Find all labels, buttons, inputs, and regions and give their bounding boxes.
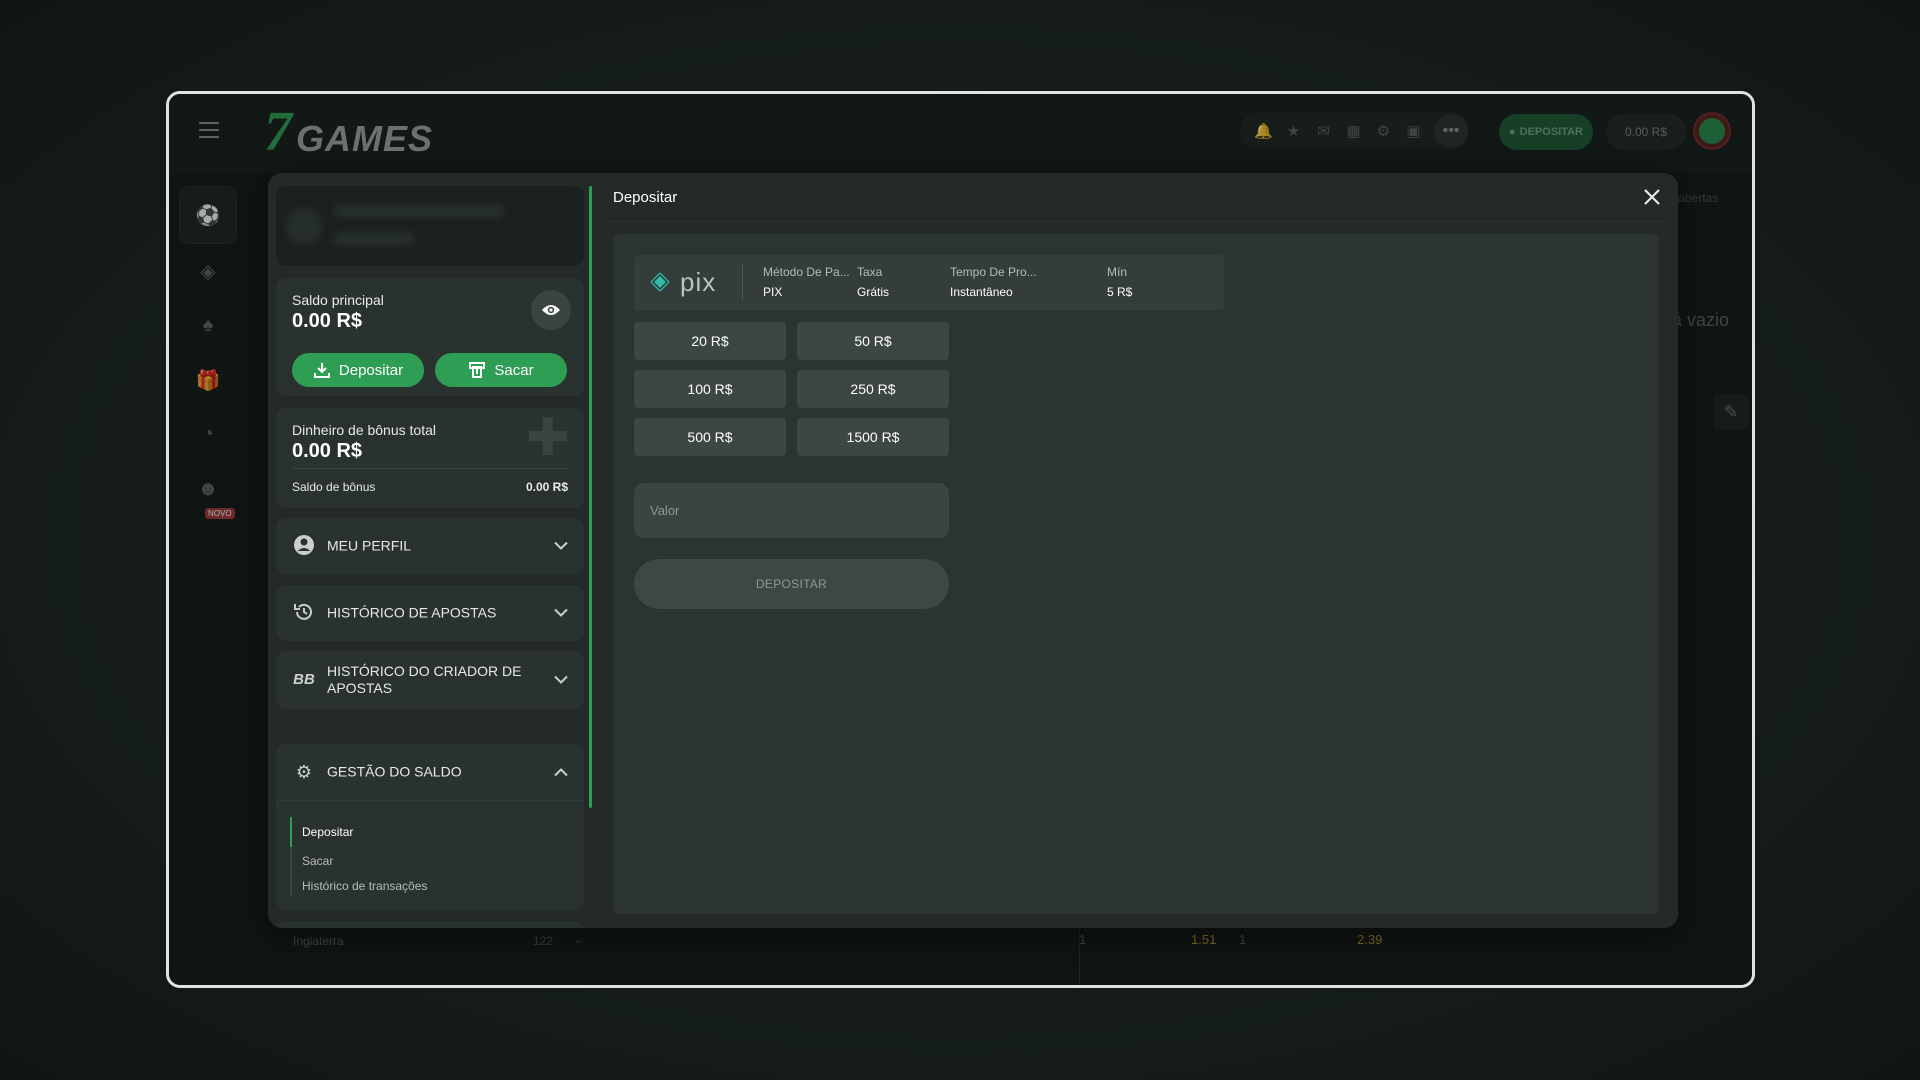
deposit-submit-button[interactable]: DEPOSITAR: [634, 559, 949, 609]
accordion-bet-history[interactable]: HISTÓRICO DE APOSTAS: [276, 585, 584, 641]
submenu-item-transactions[interactable]: Histórico de transações: [302, 879, 427, 893]
divider: [292, 468, 568, 469]
deposit-content: pix Método De Pa... PIX Taxa Grátis Temp…: [613, 234, 1659, 914]
method-col-name: Método De Pa... PIX: [763, 265, 850, 299]
chevron-down-icon: [554, 608, 568, 617]
deposit-button[interactable]: Depositar: [292, 353, 424, 387]
accordion-balance-management[interactable]: ⚙ GESTÃO DO SALDO: [276, 744, 584, 800]
withdraw-button[interactable]: Sacar: [435, 353, 567, 387]
bonus-sub-value: 0.00 R$: [525, 480, 568, 494]
bonus-card: ✚ Dinheiro de bônus total 0.00 R$ Saldo …: [276, 408, 584, 508]
accordion-label: MEU PERFIL: [327, 537, 412, 554]
main-balance-label: Saldo principal: [292, 292, 384, 308]
gear-money-icon: ⚙: [295, 762, 313, 782]
chevron-up-icon: [554, 768, 568, 777]
user-card-blurred: [276, 186, 584, 266]
list-item: [276, 921, 584, 928]
accordion-bet-builder-history[interactable]: BB HISTÓRICO DO CRIADOR DE APOSTAS: [276, 651, 584, 709]
balance-management-submenu: Depositar Sacar Histórico de transações: [276, 800, 584, 910]
pix-logo: pix: [646, 265, 736, 299]
download-icon: [313, 363, 330, 378]
puzzle-icon: ✚: [526, 409, 570, 467]
withdraw-icon: [469, 362, 486, 378]
deposit-modal: Saldo principal 0.00 R$ Depositar Sacar …: [268, 173, 1678, 928]
accordion-label: HISTÓRICO DE APOSTAS: [327, 604, 497, 621]
amount-button[interactable]: 500 R$: [634, 418, 786, 456]
submenu-item-deposit[interactable]: Depositar: [302, 825, 353, 839]
method-col-fee: Taxa Grátis: [857, 265, 890, 299]
accordion-my-profile[interactable]: MEU PERFIL: [276, 518, 584, 574]
amount-button[interactable]: 100 R$: [634, 370, 786, 408]
chevron-down-icon: [554, 541, 568, 550]
method-col-min: Mín 5 R$: [1107, 265, 1133, 299]
bet-builder-icon: BB: [293, 671, 315, 688]
amount-field[interactable]: [634, 483, 949, 538]
payment-method-card[interactable]: pix Método De Pa... PIX Taxa Grátis Temp…: [634, 255, 1224, 310]
amount-input[interactable]: [634, 483, 949, 538]
eye-icon[interactable]: [531, 290, 571, 330]
amount-button[interactable]: 50 R$: [797, 322, 949, 360]
app-window: 7 GAMES 🔔 ★ ✉ ▦ ⚙ ▣ ••• ● DEPOSITAR 0.00…: [166, 91, 1755, 988]
main-balance-value: 0.00 R$: [292, 310, 363, 332]
method-col-time: Tempo De Pro... Instantâneo: [950, 265, 1037, 299]
main-balance-card: Saldo principal 0.00 R$ Depositar Sacar: [276, 278, 584, 396]
chevron-down-icon: [554, 675, 568, 684]
bonus-label: Dinheiro de bônus total: [292, 422, 436, 438]
amount-button[interactable]: 250 R$: [797, 370, 949, 408]
bonus-value: 0.00 R$: [292, 440, 363, 462]
account-panel: Saldo principal 0.00 R$ Depositar Sacar …: [268, 173, 598, 928]
modal-title: Depositar: [613, 189, 678, 206]
close-icon[interactable]: [1640, 185, 1664, 209]
history-icon: [292, 601, 316, 625]
accordion-label: GESTÃO DO SALDO: [327, 763, 462, 780]
amount-button[interactable]: 1500 R$: [797, 418, 949, 456]
divider: [605, 221, 1667, 222]
submenu-item-withdraw[interactable]: Sacar: [302, 854, 333, 868]
scrollbar[interactable]: [589, 186, 592, 808]
bonus-sub-label: Saldo de bônus: [292, 480, 376, 494]
accordion-label: HISTÓRICO DO CRIADOR DE APOSTAS: [327, 663, 522, 696]
user-circle-icon: [292, 534, 316, 558]
amount-button[interactable]: 20 R$: [634, 322, 786, 360]
